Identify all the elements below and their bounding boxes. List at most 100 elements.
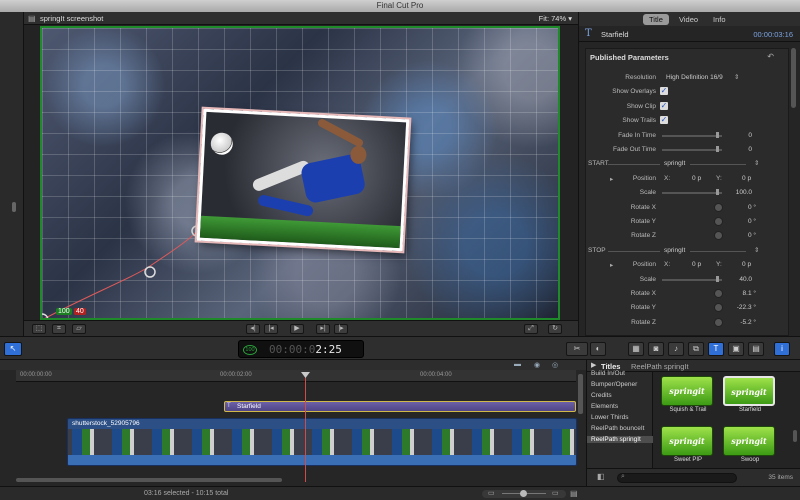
transitions-icon[interactable]: ⧉ [688, 342, 704, 356]
camera-icon[interactable]: ◙ [648, 342, 664, 356]
rotation-knob[interactable] [714, 202, 723, 212]
stepper-icon[interactable]: ⇕ [754, 159, 759, 167]
param-slider[interactable] [662, 134, 722, 137]
video-clip[interactable]: shutterstock_52905796 [67, 418, 577, 466]
param-value[interactable]: 8.1 ° [743, 290, 756, 297]
param-value[interactable]: -5.2 ° [740, 319, 756, 326]
generator-icon[interactable]: ▣ [728, 342, 744, 356]
title-browser-icon[interactable]: T [708, 342, 724, 356]
next-edit-icon[interactable]: ▸| [316, 324, 330, 334]
timeline-scrollbar[interactable] [16, 478, 282, 482]
slider-thumb[interactable] [716, 275, 719, 282]
tab-info[interactable]: Info [707, 14, 732, 25]
browser-scrollbar[interactable] [793, 430, 797, 442]
param-checkbox[interactable]: ✓ [660, 101, 668, 110]
fullscreen-icon[interactable]: ⤢ [524, 324, 538, 334]
rotation-knob[interactable] [714, 217, 723, 226]
crop-icon[interactable]: ⬚ [32, 324, 46, 334]
rotation-knob[interactable] [714, 289, 723, 298]
param-checkbox[interactable]: ✓ [660, 87, 668, 96]
stepper-icon[interactable]: ⇕ [754, 246, 759, 254]
disclosure-icon[interactable]: ▸ [610, 175, 613, 183]
param-value[interactable]: 0 ° [748, 218, 756, 225]
y-value[interactable]: 0 p [742, 175, 751, 182]
prev-edit-icon[interactable]: |◂ [264, 324, 278, 334]
param-group-select[interactable]: springIt [664, 160, 685, 167]
snapshot-icon[interactable]: ◐ [590, 342, 606, 356]
param-value[interactable]: 0 ° [748, 204, 756, 211]
title-thumbnail[interactable]: springit Swoop [723, 426, 777, 463]
play-icon[interactable]: ▶ [290, 324, 304, 334]
fit-zoom-control[interactable]: Fit: 74% ▾ [539, 12, 572, 25]
timeline-vertical-scrollbar[interactable] [578, 374, 583, 414]
category-item[interactable]: Bumper/Opener [591, 381, 637, 388]
param-group-select[interactable]: springIt [664, 247, 685, 254]
category-item[interactable]: Build In/Out [591, 370, 625, 377]
param-slider[interactable] [662, 149, 722, 151]
title-thumbnail[interactable]: springit Starfield [723, 376, 777, 413]
param-value[interactable]: 0 [748, 132, 752, 139]
param-value[interactable]: 0 ° [748, 232, 756, 239]
prev-frame-icon[interactable]: ◂| [246, 324, 260, 334]
skimming-icon[interactable]: ◎ [552, 361, 558, 369]
inspector-scrollbar[interactable] [791, 48, 796, 108]
title-clip[interactable]: T Starfield [224, 401, 576, 412]
zoom-out-icon[interactable]: ▭ [488, 489, 495, 497]
slider-thumb[interactable] [716, 131, 719, 138]
playhead[interactable] [305, 372, 306, 482]
param-value[interactable]: -22.3 ° [737, 304, 756, 311]
left-scroll-handle[interactable] [12, 202, 16, 212]
param-value[interactable]: 100.0 [736, 189, 752, 196]
browser-search-input[interactable]: ⌕ [617, 473, 737, 483]
category-item[interactable]: ReelPath bounceIt [591, 425, 644, 432]
category-item[interactable]: Lower Thirds [591, 414, 628, 421]
zoom-slider[interactable]: ▭ ▭ [482, 490, 566, 498]
disclosure-icon[interactable]: ▶ [591, 361, 596, 369]
param-slider[interactable] [662, 192, 722, 195]
title-thumbnail[interactable]: springit Sweet PIP [661, 426, 715, 463]
x-value[interactable]: 0 p [692, 261, 701, 268]
theme-icon[interactable]: ▤ [748, 342, 764, 356]
x-value[interactable]: 0 p [692, 175, 701, 182]
category-item[interactable]: Elements [591, 403, 618, 410]
category-item[interactable]: ReelPath springIt [587, 436, 653, 443]
transform-icon[interactable]: ⌗ [52, 324, 66, 334]
viewer-canvas[interactable]: 100 40 [40, 26, 560, 320]
title-thumbnail[interactable]: springit Squish & Trail [661, 376, 715, 413]
slider-thumb[interactable] [716, 146, 719, 152]
param-slider[interactable] [662, 278, 722, 281]
timecode-display[interactable]: 100 00:00:02:25 [238, 340, 364, 358]
slider-thumb[interactable] [716, 189, 719, 196]
timeline-ruler[interactable]: 00:00:00:00 00:00:02:00 00:00:04:00 [16, 370, 576, 382]
tab-title[interactable]: Title [643, 14, 669, 25]
param-checkbox[interactable]: ✓ [660, 116, 668, 125]
distort-icon[interactable]: ▱ [72, 324, 86, 334]
rotation-knob[interactable] [714, 231, 723, 241]
zoom-knob[interactable] [520, 490, 527, 497]
info-icon[interactable]: i [774, 342, 790, 356]
clip-appearance-icon[interactable]: ◉ [534, 361, 540, 369]
reset-icon[interactable]: ↶ [767, 52, 774, 61]
param-value[interactable]: 0 [748, 146, 752, 153]
rotation-knob[interactable] [714, 317, 723, 327]
sidebar-toggle-icon[interactable]: ◧ [597, 472, 605, 481]
clip-height-icon[interactable]: ▤ [570, 489, 578, 498]
zoom-in-icon[interactable]: ▭ [552, 489, 559, 497]
stepper-icon[interactable]: ⇕ [734, 73, 739, 81]
tab-video[interactable]: Video [673, 14, 704, 25]
arrow-tool-icon[interactable]: ↖ [4, 342, 22, 356]
rotation-knob[interactable] [714, 303, 723, 313]
pip-clip[interactable] [196, 108, 410, 252]
param-value[interactable]: 40.0 [739, 276, 752, 283]
param-select[interactable]: High Definition 16/9 [666, 74, 723, 81]
y-value[interactable]: 0 p [742, 261, 751, 268]
next-frame-icon[interactable]: |▸ [334, 324, 348, 334]
audio-meter-icon[interactable]: ▬ [514, 361, 521, 368]
category-item[interactable]: Credits [591, 392, 612, 399]
blade-icon[interactable]: ✂ [566, 342, 588, 356]
search-icon: ⌕ [621, 473, 625, 480]
loop-icon[interactable]: ↻ [548, 324, 562, 334]
browser-icon[interactable]: ▦ [628, 342, 644, 356]
music-icon[interactable]: ♪ [668, 342, 684, 356]
disclosure-icon[interactable]: ▸ [610, 261, 613, 269]
